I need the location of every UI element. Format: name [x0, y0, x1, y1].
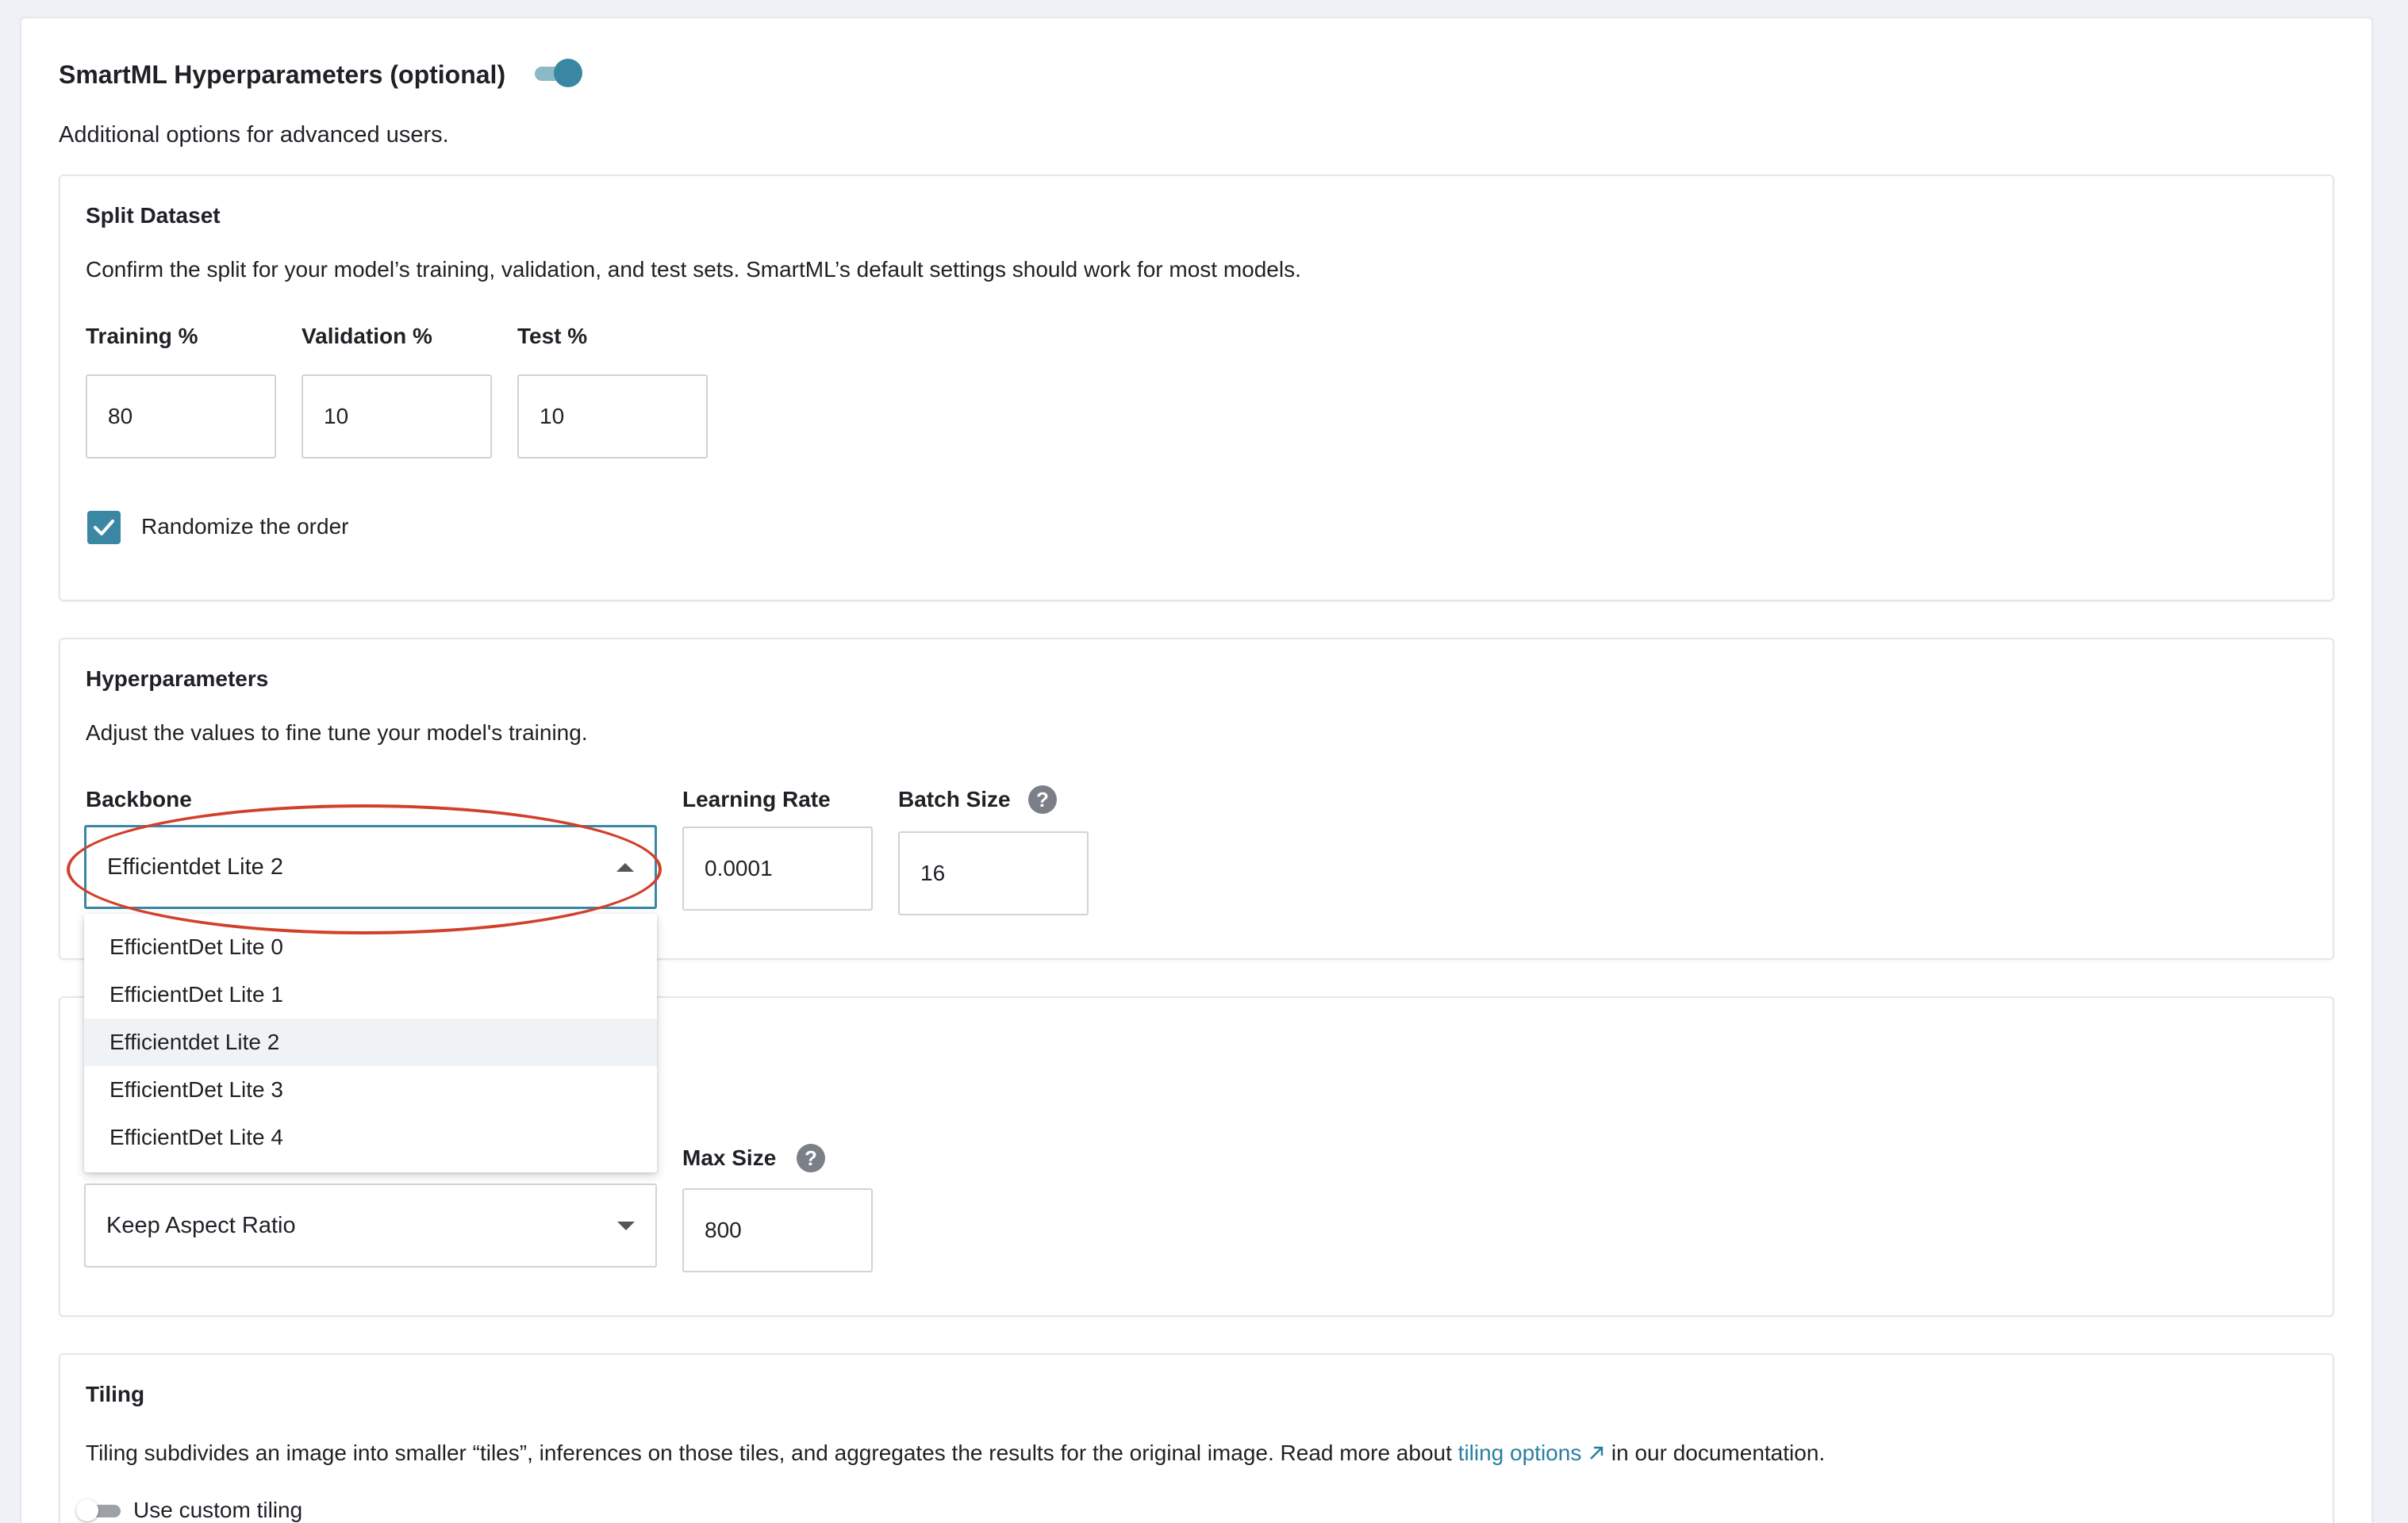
randomize-checkbox[interactable] — [87, 511, 121, 544]
resize-mode-select[interactable]: Keep Aspect Ratio — [84, 1183, 657, 1268]
question-circle-icon[interactable]: ? — [1028, 785, 1057, 814]
hyperparameters-section: Hyperparameters Adjust the values to fin… — [59, 638, 2334, 960]
tiling-title: Tiling — [86, 1382, 145, 1406]
hyperparameters-title: Hyperparameters — [86, 666, 269, 691]
external-link-icon — [1590, 1446, 1603, 1460]
custom-tiling-label: Use custom tiling — [133, 1498, 303, 1522]
training-label: Training % — [86, 324, 198, 348]
page-title: SmartML Hyperparameters (optional) — [59, 60, 506, 89]
validation-value: 10 — [324, 404, 349, 428]
split-dataset-section: Split Dataset Confirm the split for your… — [59, 175, 2334, 601]
test-input[interactable]: 10 — [517, 374, 708, 458]
split-dataset-description: Confirm the split for your model’s train… — [86, 257, 1301, 282]
caret-up-icon — [616, 862, 634, 872]
page-description: Additional options for advanced users. — [59, 122, 449, 148]
training-value: 80 — [108, 404, 133, 428]
validation-input[interactable]: 10 — [301, 374, 492, 458]
learning-rate-label: Learning Rate — [682, 787, 831, 811]
validation-label: Validation % — [301, 324, 432, 348]
check-icon — [94, 520, 114, 535]
backbone-label: Backbone — [86, 787, 192, 811]
hyperparameters-description: Adjust the values to fine tune your mode… — [86, 720, 588, 745]
custom-tiling-toggle[interactable] — [76, 1499, 125, 1521]
backbone-dropdown-menu: EfficientDet Lite 0 EfficientDet Lite 1 … — [84, 914, 657, 1172]
batch-size-value: 16 — [920, 861, 946, 885]
training-input[interactable]: 80 — [86, 374, 276, 458]
batch-size-label: Batch Size — [898, 787, 1011, 811]
test-value: 10 — [540, 404, 565, 428]
tiling-description-suffix: in our documentation. — [1611, 1441, 1826, 1465]
backbone-option-selected[interactable]: Efficientdet Lite 2 — [84, 1019, 657, 1066]
batch-size-input[interactable]: 16 — [898, 831, 1089, 915]
max-size-value: 800 — [705, 1218, 742, 1242]
max-size-label: Max Size — [682, 1145, 777, 1170]
tiling-section: Tiling Tiling subdivides an image into s… — [59, 1353, 2334, 1523]
max-size-input[interactable]: 800 — [682, 1188, 873, 1272]
learning-rate-input[interactable]: 0.0001 — [682, 827, 873, 911]
tiling-options-link-text: tiling options — [1457, 1441, 1582, 1465]
test-label: Test % — [517, 324, 588, 348]
tiling-description-text: Tiling subdivides an image into smaller … — [86, 1441, 1452, 1465]
backbone-value: Efficientdet Lite 2 — [107, 854, 283, 880]
resize-mode-value: Keep Aspect Ratio — [106, 1212, 296, 1238]
learning-rate-value: 0.0001 — [705, 856, 773, 880]
caret-down-icon — [617, 1221, 635, 1230]
tiling-description: Tiling subdivides an image into smaller … — [86, 1439, 1825, 1467]
hyperparameters-toggle[interactable] — [532, 59, 584, 87]
backbone-option[interactable]: EfficientDet Lite 3 — [84, 1066, 657, 1114]
backbone-select[interactable]: Efficientdet Lite 2 — [84, 825, 657, 909]
backbone-option[interactable]: EfficientDet Lite 4 — [84, 1114, 657, 1161]
randomize-label: Randomize the order — [141, 514, 349, 539]
split-dataset-title: Split Dataset — [86, 203, 221, 228]
backbone-option[interactable]: EfficientDet Lite 0 — [84, 923, 657, 971]
backbone-option[interactable]: EfficientDet Lite 1 — [84, 971, 657, 1019]
tiling-options-link[interactable]: tiling options — [1458, 1441, 1605, 1465]
question-circle-icon[interactable]: ? — [797, 1144, 825, 1172]
